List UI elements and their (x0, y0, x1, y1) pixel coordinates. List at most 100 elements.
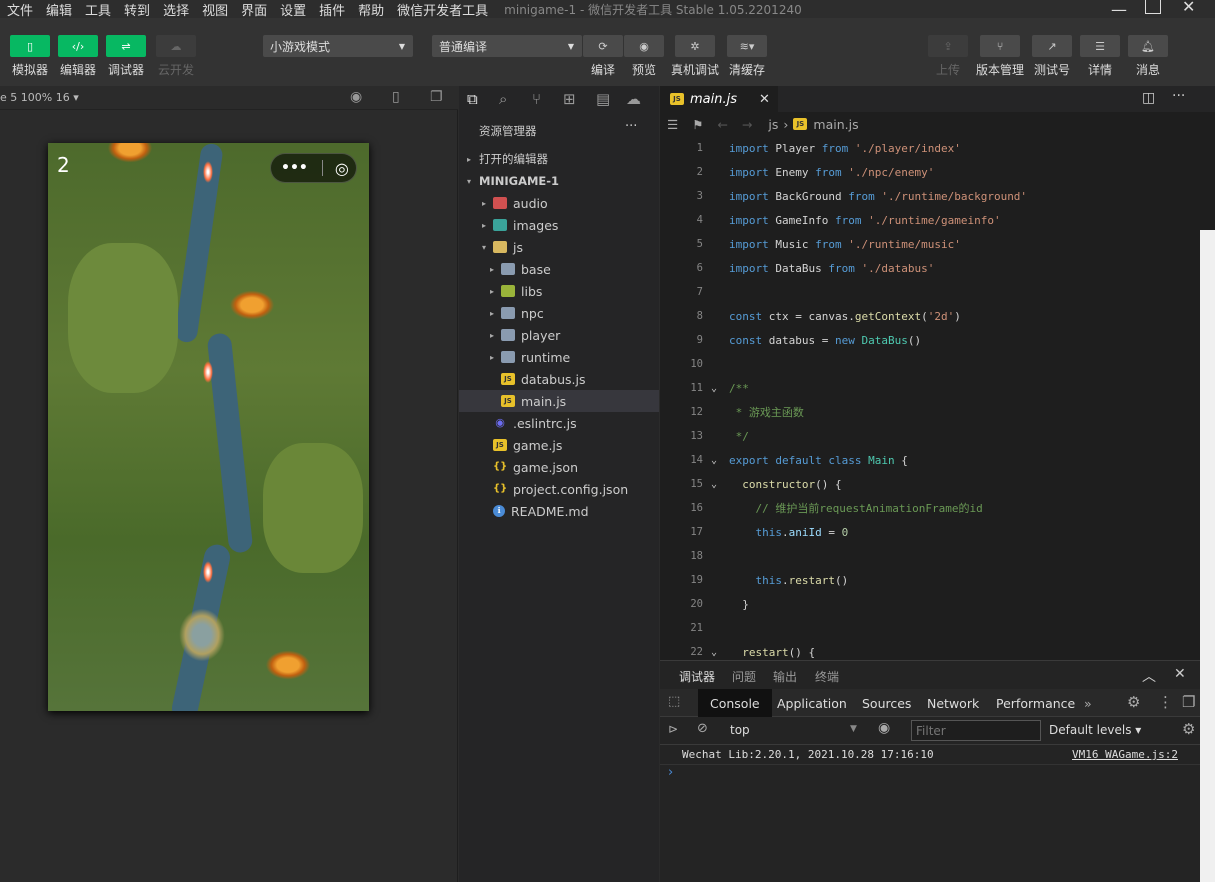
simulator-button[interactable]: ▯ (10, 35, 50, 57)
test-id-button[interactable]: ↗ (1032, 35, 1072, 57)
panel-tab-problems[interactable]: 问题 (732, 668, 756, 685)
preview-button[interactable]: ◉ (624, 35, 664, 57)
devtab-console[interactable]: Console (698, 689, 772, 717)
filter-input[interactable] (911, 720, 1041, 741)
message-source-link[interactable]: VM16 WAGame.js:2 (1072, 748, 1178, 761)
forward-icon[interactable]: → (742, 117, 752, 132)
fold-chevron-icon[interactable]: ⌄ (711, 383, 717, 394)
menu-item[interactable]: 帮助 (358, 0, 384, 19)
sidebar-toggle-icon[interactable]: ⊳ (668, 722, 678, 736)
back-icon[interactable]: ← (717, 117, 727, 132)
phone-icon[interactable]: ▯ (392, 89, 400, 105)
menu-item[interactable]: 视图 (202, 0, 228, 19)
tree-item[interactable]: JS databus.js (459, 368, 659, 390)
close-window-button[interactable]: ✕ (1182, 0, 1195, 16)
gear-icon[interactable]: ⚙ (1127, 693, 1140, 711)
tree-item[interactable]: ℹ README.md (459, 500, 659, 522)
compile-select[interactable]: 普通编译 ▼ (432, 35, 582, 57)
tab-main-js[interactable]: JS main.js ✕ (660, 86, 778, 112)
editor-button[interactable]: ‹/› (58, 35, 98, 57)
panel-icon[interactable]: ▤ (596, 90, 610, 108)
maximize-button[interactable] (1145, 0, 1161, 14)
menu-item[interactable]: 微信开发者工具 (397, 0, 488, 19)
docker-icon[interactable]: ☁ (626, 90, 641, 108)
fold-chevron-icon[interactable]: ⌄ (711, 479, 717, 490)
clear-console-icon[interactable]: ⊘ (697, 721, 708, 736)
panel-tab-debugger[interactable]: 调试器 (679, 668, 716, 690)
debugger-button[interactable]: ⇌ (106, 35, 146, 57)
undock-icon[interactable]: ❐ (1182, 693, 1195, 711)
source-control-icon[interactable]: ⑂ (532, 90, 541, 108)
tree-item[interactable]: ▸ libs (459, 280, 659, 302)
tree-item[interactable]: JS game.js (459, 434, 659, 456)
tree-item[interactable]: {} project.config.json (459, 478, 659, 500)
record-icon[interactable]: ◉ (350, 89, 362, 105)
bookmark-icon[interactable]: ⚑ (692, 117, 703, 132)
context-select[interactable]: top (730, 723, 750, 737)
gear-icon[interactable]: ⚙ (1182, 720, 1195, 738)
panel-tab-terminal[interactable]: 终端 (815, 668, 839, 685)
device-select[interactable]: e 5 100% 16 ▾ (0, 91, 79, 104)
breadcrumb-item[interactable]: js (768, 117, 778, 132)
breadcrumb-item[interactable]: main.js (813, 117, 858, 132)
menu-item[interactable]: 界面 (241, 0, 267, 19)
open-editors-section[interactable]: ▸ 打开的编辑器 (459, 148, 659, 170)
split-editor-icon[interactable]: ◫ (1142, 90, 1155, 106)
clear-cache-button[interactable]: ≋▾ (727, 35, 767, 57)
upload-button[interactable]: ⇪ (928, 35, 968, 57)
levels-select[interactable]: Default levels ▾ (1049, 723, 1141, 737)
details-button[interactable]: ☰ (1080, 35, 1120, 57)
tree-item[interactable]: JS main.js (459, 390, 659, 412)
fold-chevron-icon[interactable]: ⌄ (711, 647, 717, 658)
tree-item[interactable]: ▸ base (459, 258, 659, 280)
tree-item[interactable]: ▸ npc (459, 302, 659, 324)
menu-item[interactable]: 插件 (319, 0, 345, 19)
menu-item[interactable]: 工具 (85, 0, 111, 19)
devtab-network[interactable]: Network (915, 689, 991, 717)
messages-button[interactable]: 🔔︎ (1128, 35, 1168, 57)
version-button[interactable]: ⑂ (980, 35, 1020, 57)
kebab-icon[interactable]: ⋮ (1158, 693, 1173, 711)
more-icon[interactable]: ··· (625, 119, 637, 134)
exit-icon[interactable]: ◎ (335, 159, 349, 178)
game-canvas[interactable]: 2 ••• ◎ (48, 143, 369, 711)
cloud-button[interactable]: ☁ (156, 35, 196, 57)
mode-select[interactable]: 小游戏模式 ▼ (263, 35, 413, 57)
tree-item[interactable]: {} game.json (459, 456, 659, 478)
inspect-icon[interactable]: ⬚ (668, 694, 680, 709)
search-icon[interactable]: ⌕ (499, 90, 507, 108)
eye-icon[interactable]: ◉ (878, 720, 890, 736)
compile-button[interactable]: ⟳ (583, 35, 623, 57)
popout-icon[interactable]: ❐ (430, 89, 443, 105)
project-section[interactable]: ▾ MINIGAME-1 (459, 170, 659, 192)
close-icon[interactable]: ✕ (1174, 666, 1186, 682)
menu-item[interactable]: 文件 (7, 0, 33, 19)
capsule-menu[interactable]: ••• ◎ (270, 153, 357, 183)
chevron-up-icon[interactable]: ︿ (1142, 666, 1156, 686)
more-tabs-button[interactable]: » (1072, 689, 1104, 717)
close-icon[interactable]: ✕ (759, 92, 770, 107)
list-icon[interactable]: ☰ (667, 117, 678, 132)
fold-chevron-icon[interactable]: ⌄ (711, 455, 717, 466)
tree-item[interactable]: ▸ images (459, 214, 659, 236)
tree-item[interactable]: ▾ js (459, 236, 659, 258)
panel-tab-output[interactable]: 输出 (773, 668, 797, 685)
devtab-sources[interactable]: Sources (850, 689, 923, 717)
menu-item[interactable]: 设置 (280, 0, 306, 19)
console-prompt[interactable]: › (668, 765, 673, 780)
devtab-application[interactable]: Application (765, 689, 859, 717)
more-icon[interactable]: ••• (281, 160, 308, 176)
remote-debug-button[interactable]: ✲ (675, 35, 715, 57)
tree-item[interactable]: ▸ runtime (459, 346, 659, 368)
code-editor[interactable]: JS main.js ✕ ◫ ··· ☰ ⚑ ← → js › JS main.… (660, 86, 1215, 660)
menu-item[interactable]: 转到 (124, 0, 150, 19)
minimize-button[interactable]: — (1111, 0, 1127, 19)
tree-item[interactable]: ▸ audio (459, 192, 659, 214)
menu-item[interactable]: 编辑 (46, 0, 72, 19)
tree-item[interactable]: ▸ player (459, 324, 659, 346)
menu-item[interactable]: 选择 (163, 0, 189, 19)
extensions-icon[interactable]: ⊞ (563, 90, 576, 108)
more-icon[interactable]: ··· (1172, 88, 1185, 104)
files-icon[interactable]: ⧉ (467, 90, 478, 108)
tree-item[interactable]: ◉ .eslintrc.js (459, 412, 659, 434)
